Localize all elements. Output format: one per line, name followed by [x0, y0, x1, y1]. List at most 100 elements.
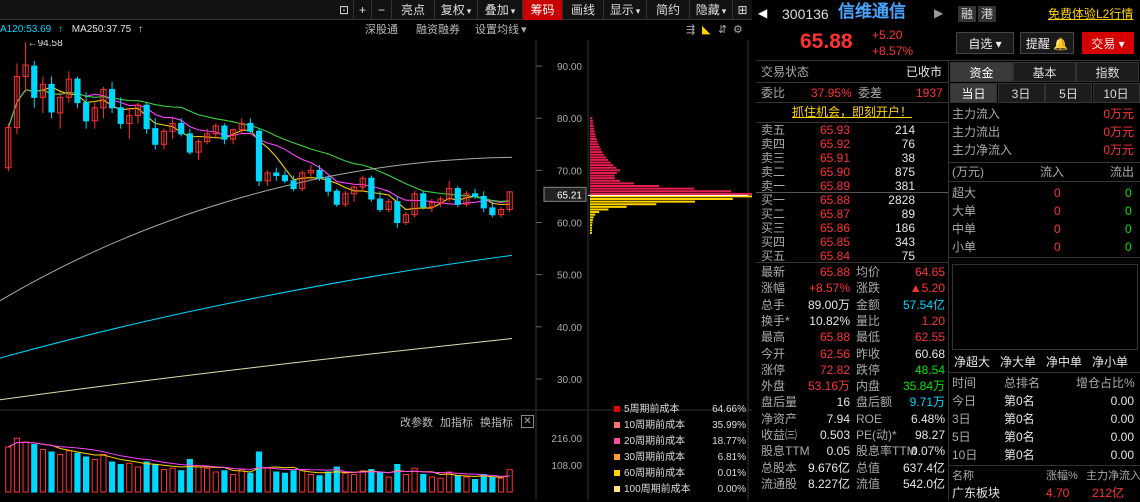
book-price[interactable]: 65.90	[820, 165, 850, 179]
toolbar-display-button[interactable]: 显示 ▾	[603, 0, 646, 20]
quote-panel: ◀ 300136 信维通信 ▶ 融 港 免费体验L2行情 65.88 +5.20…	[756, 0, 1140, 500]
book-level-label: 卖三	[761, 151, 786, 165]
flow-row-label: 小单	[952, 240, 977, 254]
quote-label: 金额	[856, 297, 881, 312]
book-price[interactable]: 65.85	[820, 235, 850, 249]
main-flow-value: 0万元	[1103, 125, 1134, 139]
net-flow-tab[interactable]: 净大单	[1000, 353, 1036, 371]
net-flow-tab[interactable]: 净超大	[954, 353, 990, 371]
toolbar-hide-button[interactable]: 隐藏 ▾	[689, 0, 732, 20]
rongzi-link[interactable]: 融资融券	[416, 22, 460, 38]
toolbar-overlay-button[interactable]: 叠加 ▾	[477, 0, 522, 20]
book-price[interactable]: 65.89	[820, 179, 850, 193]
volume-bar	[281, 472, 289, 493]
rank-value: 第0名	[1004, 430, 1035, 444]
quote-label: ROE	[856, 411, 883, 426]
next-stock-icon[interactable]: ▶	[934, 4, 943, 22]
volume-bar	[342, 472, 349, 493]
toolbar-highlight-button[interactable]: 亮点	[391, 0, 434, 20]
chip-pointer-icon[interactable]: ◣	[702, 22, 710, 38]
toolbar-chips-button[interactable]: 筹码	[522, 0, 562, 20]
toolbar-adjust-button[interactable]: 复权 ▾	[434, 0, 477, 20]
lock-icon[interactable]: ⊡	[335, 0, 353, 20]
candle-down	[273, 172, 280, 177]
period-tab[interactable]: 当日	[950, 83, 997, 103]
rank-header: 增仓占比%	[1076, 376, 1135, 390]
book-price[interactable]: 65.93	[820, 123, 850, 137]
ma-legend: A120:53.69 ↑ MA250:37.75 ↑	[0, 22, 143, 38]
high-marker-label: ←94.58	[28, 40, 63, 49]
prev-stock-icon[interactable]: ◀	[758, 4, 767, 22]
quote-value: 60.68	[914, 346, 945, 361]
sector-header: 涨幅%	[1046, 470, 1078, 482]
volume-bar	[454, 475, 461, 493]
main-flow-label: 主力流入	[952, 107, 1001, 121]
volume-bar	[446, 471, 453, 493]
quote-value: 0.503	[819, 428, 850, 442]
book-price[interactable]: 65.84	[820, 249, 850, 263]
toolbar-label: 亮点	[400, 3, 425, 17]
candle-down	[221, 125, 228, 140]
set-ma-dropdown-icon[interactable]: ▾	[521, 22, 527, 38]
rank-pct: 0.00	[1110, 430, 1134, 444]
open-account-link[interactable]: 抓住机会，即刻开户！	[792, 103, 912, 121]
book-price[interactable]: 65.88	[820, 193, 850, 207]
l2-promo-link[interactable]: 免费体验L2行情	[1048, 5, 1133, 23]
chip-legend-label: 10周期前成本	[624, 420, 686, 431]
flow-in-value: 0	[1054, 240, 1061, 254]
chip-tool-icon[interactable]: ⇶	[686, 22, 695, 38]
book-price[interactable]: 65.91	[820, 151, 850, 165]
trade-button[interactable]: 交易 ▾	[1082, 32, 1134, 54]
sector-name[interactable]: 广东板块	[952, 484, 1000, 502]
ma120-line	[0, 254, 513, 359]
fund-tab[interactable]: 资金	[950, 62, 1013, 82]
watchlist-button[interactable]: 自选 ▾	[956, 32, 1014, 54]
book-price[interactable]: 65.87	[820, 207, 850, 221]
plus-icon[interactable]: +	[353, 0, 371, 20]
fund-tab[interactable]: 指数	[1076, 62, 1139, 82]
net-flow-tab[interactable]: 净小单	[1092, 353, 1128, 371]
fund-tab[interactable]: 基本	[1013, 62, 1076, 82]
trade-label: 交易	[1091, 37, 1116, 51]
flow-out-value: 0	[1125, 204, 1132, 218]
chip-color-swatch	[614, 438, 620, 445]
shenguotong-link[interactable]: 深股通	[365, 22, 398, 38]
chip-legend-row: 30周期前成本 6.81%	[614, 450, 748, 466]
chip-legend-row: 10周期前成本 35.99%	[614, 418, 748, 434]
net-flow-tab[interactable]: 净中单	[1046, 353, 1082, 371]
main-flow-label: 主力流出	[952, 125, 1001, 139]
toolbar-draw-button[interactable]: 画线	[562, 0, 603, 20]
period-tab[interactable]: 5日	[1045, 83, 1092, 103]
toolbar-simple-button[interactable]: 简约	[646, 0, 689, 20]
dropdown-icon: ▾	[635, 6, 641, 16]
quote-label: 最新	[761, 265, 786, 279]
alert-button[interactable]: 提醒 🔔	[1020, 32, 1074, 54]
current-price-label: 65.21	[557, 190, 582, 201]
candle-down	[74, 78, 81, 104]
candle-down	[316, 169, 323, 179]
main-flow-value: 0万元	[1103, 143, 1134, 157]
set-ma-link[interactable]: 设置均线	[475, 22, 519, 38]
book-price[interactable]: 65.92	[820, 137, 850, 151]
chip-compare-icon[interactable]: ⇵	[718, 22, 727, 38]
minus-icon[interactable]: −	[371, 0, 391, 20]
add-indicator-link[interactable]: 加指标	[440, 415, 473, 431]
rank-header: 总排名	[1004, 376, 1041, 390]
quote-label: 均价	[856, 265, 881, 279]
edit-params-link[interactable]: 改参数	[400, 415, 433, 431]
grid-icon[interactable]: ⊞	[732, 0, 752, 20]
volume-bar	[472, 479, 479, 493]
quote-label: 涨幅	[761, 281, 786, 296]
book-level-label: 卖二	[761, 165, 786, 179]
switch-indicator-link[interactable]: 换指标	[480, 415, 513, 431]
order-diff-label: 委差	[858, 86, 883, 100]
book-level-label: 买四	[761, 235, 786, 249]
book-price[interactable]: 65.86	[820, 221, 850, 235]
close-panel-icon[interactable]: ✕	[521, 415, 534, 428]
chip-color-swatch	[614, 406, 620, 413]
rank-period: 3日	[952, 412, 971, 426]
settings-gear-icon[interactable]: ⚙	[733, 22, 743, 38]
period-tab[interactable]: 3日	[997, 83, 1045, 103]
period-tab[interactable]: 10日	[1092, 83, 1140, 103]
volume-bar	[100, 454, 107, 493]
